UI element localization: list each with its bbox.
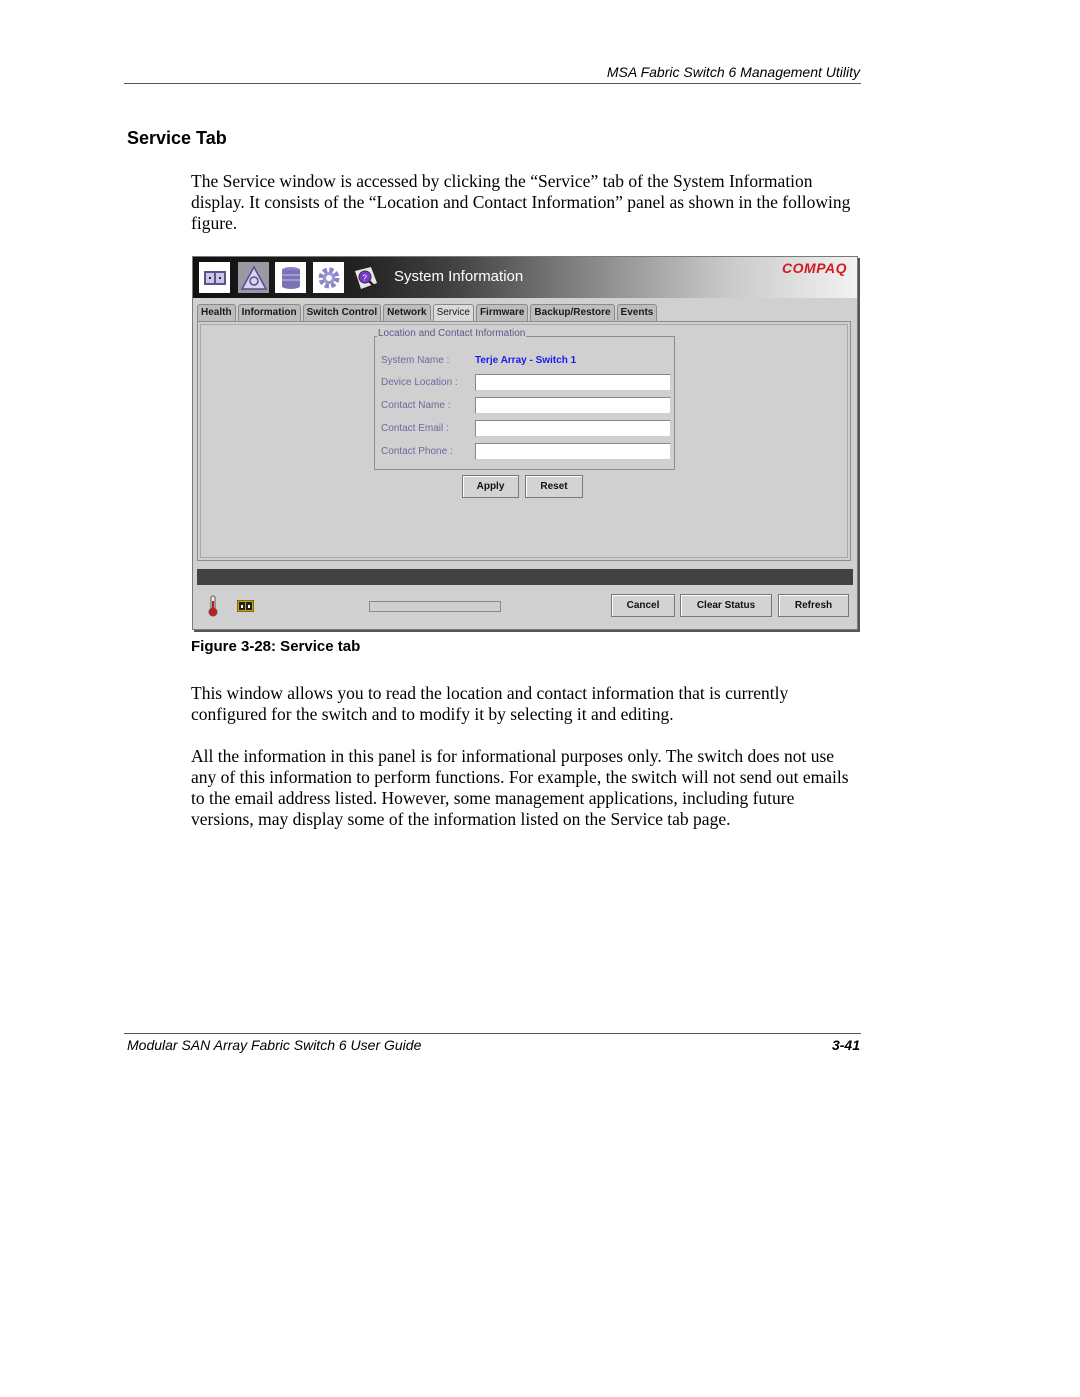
system-name-value: Terje Array - Switch 1 — [475, 354, 577, 366]
location-contact-panel: Location and Contact Information System … — [374, 328, 675, 470]
system-information-window: ? System Information COMPAQ Health Infor… — [192, 256, 858, 630]
tab-bar: Health Information Switch Control Networ… — [197, 304, 659, 322]
contact-name-row: Contact Name : — [381, 396, 671, 414]
paragraph-3: All the information in this panel is for… — [191, 746, 849, 829]
switch-status-icon[interactable] — [236, 599, 255, 617]
apply-button[interactable]: Apply — [462, 475, 519, 498]
clear-status-button[interactable]: Clear Status — [680, 594, 772, 617]
contact-name-label: Contact Name : — [381, 399, 451, 411]
tab-backup-restore[interactable]: Backup/Restore — [530, 304, 615, 321]
refresh-button[interactable]: Refresh — [778, 594, 849, 617]
header-rule — [124, 83, 861, 84]
tab-firmware[interactable]: Firmware — [475, 304, 529, 321]
tab-switch-control[interactable]: Switch Control — [302, 304, 382, 321]
help-magnifier-icon[interactable]: ? — [353, 265, 379, 291]
service-tab-content: Location and Contact Information System … — [197, 321, 851, 561]
database-icon[interactable] — [275, 262, 306, 293]
tab-health[interactable]: Health — [197, 304, 236, 321]
panel-title: Location and Contact Information — [377, 328, 527, 339]
contact-email-row: Contact Email : — [381, 419, 671, 437]
contact-name-input[interactable] — [475, 396, 671, 414]
system-name-row: System Name : Terje Array - Switch 1 — [381, 351, 576, 369]
reset-button[interactable]: Reset — [525, 475, 583, 498]
contact-phone-label: Contact Phone : — [381, 445, 453, 457]
status-bar — [197, 569, 853, 585]
tab-service[interactable]: Service — [432, 304, 474, 322]
footer-rule — [124, 1033, 861, 1034]
footer-title: Modular SAN Array Fabric Switch 6 User G… — [127, 1037, 422, 1053]
switch-view-icon[interactable] — [199, 262, 230, 293]
thermometer-icon — [208, 595, 218, 622]
window-title: System Information — [394, 268, 524, 285]
device-location-label: Device Location : — [381, 376, 458, 388]
device-location-input[interactable] — [475, 373, 671, 391]
contact-email-label: Contact Email : — [381, 422, 449, 434]
contact-phone-row: Contact Phone : — [381, 442, 671, 460]
tab-network[interactable]: Network — [383, 304, 431, 321]
page-number: 3-41 — [831, 1037, 860, 1053]
settings-gear-icon[interactable] — [313, 262, 344, 293]
compaq-logo: COMPAQ — [782, 260, 847, 276]
section-title: Service Tab — [127, 128, 227, 148]
device-location-row: Device Location : — [381, 373, 671, 391]
window-titlebar: ? System Information COMPAQ — [193, 257, 857, 298]
tab-events[interactable]: Events — [616, 304, 658, 321]
cancel-button[interactable]: Cancel — [611, 594, 675, 617]
svg-text:?: ? — [363, 274, 368, 283]
paragraph-2: This window allows you to read the locat… — [191, 683, 789, 724]
fabric-topology-icon[interactable] — [238, 262, 269, 293]
contact-email-input[interactable] — [475, 419, 671, 437]
contact-phone-input[interactable] — [475, 442, 671, 460]
running-header: MSA Fabric Switch 6 Management Utility — [606, 64, 860, 80]
system-name-label: System Name : — [381, 354, 450, 366]
progress-bar — [369, 601, 501, 612]
tab-information[interactable]: Information — [237, 304, 301, 321]
intro-paragraph: The Service window is accessed by clicki… — [191, 171, 851, 233]
figure-caption: Figure 3-28: Service tab — [191, 638, 361, 655]
bottom-toolbar: Cancel Clear Status Refresh — [193, 589, 857, 629]
